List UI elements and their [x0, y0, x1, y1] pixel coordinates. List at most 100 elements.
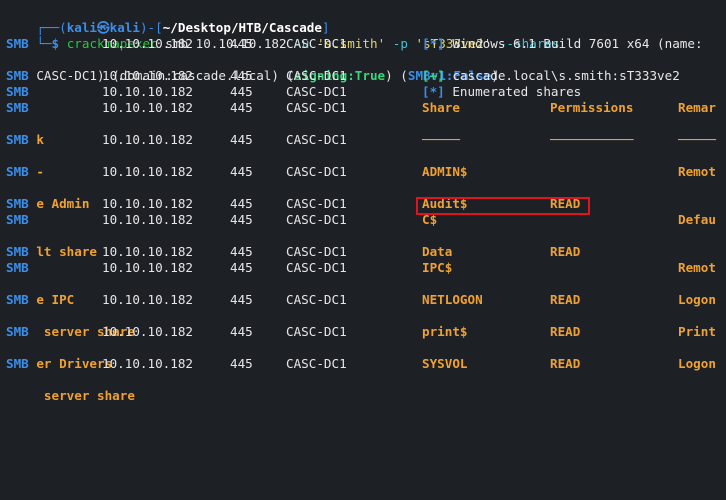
share-name: ADMIN$	[422, 164, 468, 179]
hostname: CASC-DC1	[286, 292, 347, 307]
share-row: SMB 10.10.10.182 445 CASC-DC1 C$ Defau	[6, 212, 726, 228]
proto-label: SMB	[6, 324, 29, 339]
port: 445	[230, 68, 253, 83]
share-remark: Remot	[678, 164, 716, 179]
proto-label: SMB	[6, 164, 29, 179]
share-wrap-line: server share	[6, 372, 726, 403]
output-row: SMB 10.10.10.182 445 CASC-DC1 [*] Enumer…	[6, 84, 726, 100]
ip-address: 10.10.10.182	[102, 244, 193, 259]
hostname: CASC-DC1	[286, 68, 347, 83]
output-wrap-line: CASC-DC1) (domain:cascade.local) (signin…	[6, 52, 726, 83]
proto-label: SMB	[6, 84, 29, 99]
share-permission: READ	[550, 356, 581, 371]
share-name: SYSVOL	[422, 356, 468, 371]
proto-label: SMB	[6, 132, 29, 147]
ip-address: 10.10.10.182	[102, 324, 193, 339]
port: 445	[230, 356, 253, 371]
prompt-line: ┌──(kali㉿kali)-[~/Desktop/HTB/Cascade]	[6, 4, 726, 35]
port: 445	[230, 196, 253, 211]
share-wrap-line: e IPC	[6, 276, 726, 307]
share-row: SMB 10.10.10.182 445 CASC-DC1 Audit$ REA…	[6, 196, 726, 212]
share-name: IPC$	[422, 260, 453, 275]
share-wrap-line: er Drivers	[6, 340, 726, 371]
proto-label: SMB	[6, 68, 29, 83]
ip-address: 10.10.10.182	[102, 356, 193, 371]
proto-label: SMB	[6, 356, 29, 371]
command-line[interactable]: └─$ crackmapexec smb 10.10.10.182 -u 's.…	[6, 20, 726, 51]
proto-label: SMB	[6, 36, 29, 51]
header-remark: Remar	[678, 100, 716, 115]
ip-address: 10.10.10.182	[102, 100, 193, 115]
hostname: CASC-DC1	[286, 212, 347, 227]
port: 445	[230, 164, 253, 179]
share-row: SMB 10.10.10.182 445 CASC-DC1 IPC$ Remot	[6, 260, 726, 276]
share-permission: READ	[550, 292, 581, 307]
proto-label: SMB	[6, 292, 29, 307]
port: 445	[230, 212, 253, 227]
ip-address: 10.10.10.182	[102, 212, 193, 227]
share-wrap-line: e Admin	[6, 180, 726, 211]
output-row: SMB 10.10.10.182 445 CASC-DC1 [*] Window…	[6, 36, 726, 52]
share-wrap-line: server share	[6, 308, 726, 339]
divider-wrap-line: -	[6, 148, 726, 179]
share-remark: Remot	[678, 260, 716, 275]
port: 445	[230, 36, 253, 51]
ip-address: 10.10.10.182	[102, 196, 193, 211]
ip-address: 10.10.10.182	[102, 292, 193, 307]
hostname: CASC-DC1	[286, 356, 347, 371]
hostname: CASC-DC1	[286, 164, 347, 179]
share-permission: READ	[550, 324, 581, 339]
ip-address: 10.10.10.182	[102, 132, 193, 147]
share-row: SMB 10.10.10.182 445 CASC-DC1 NETLOGON R…	[6, 292, 726, 308]
port: 445	[230, 324, 253, 339]
hostname: CASC-DC1	[286, 244, 347, 259]
port: 445	[230, 244, 253, 259]
port: 445	[230, 100, 253, 115]
enum-text: Enumerated shares	[444, 84, 582, 99]
port: 445	[230, 84, 253, 99]
share-name: NETLOGON	[422, 292, 483, 307]
share-remark: Logon	[678, 292, 716, 307]
share-permission: READ	[550, 244, 581, 259]
header-share: Share	[422, 100, 460, 115]
info-tag: [*]	[422, 36, 445, 51]
auth-text: cascade.local\s.smith:sT333ve2	[444, 68, 680, 83]
hostname: CASC-DC1	[286, 84, 347, 99]
ip-address: 10.10.10.182	[102, 164, 193, 179]
port: 445	[230, 260, 253, 275]
proto-label: SMB	[6, 260, 29, 275]
proto-label: SMB	[6, 212, 29, 227]
hostname: CASC-DC1	[286, 100, 347, 115]
ip-address: 10.10.10.182	[102, 68, 193, 83]
ip-address: 10.10.10.182	[102, 36, 193, 51]
share-remark: Logon	[678, 356, 716, 371]
proto-label: SMB	[6, 100, 29, 115]
output-row: SMB 10.10.10.182 445 CASC-DC1 [+] cascad…	[6, 68, 726, 84]
divider-share: ─────	[422, 132, 460, 147]
divider-remark: ─────	[678, 132, 716, 147]
share-row: SMB 10.10.10.182 445 CASC-DC1 ADMIN$ Rem…	[6, 164, 726, 180]
hostname: CASC-DC1	[286, 260, 347, 275]
share-remark: Print	[678, 324, 716, 339]
terminal-window[interactable]: ┌──(kali㉿kali)-[~/Desktop/HTB/Cascade] └…	[0, 0, 726, 403]
divider-permissions: ───────────	[550, 132, 634, 147]
shares-header-row: SMB 10.10.10.182 445 CASC-DC1 Share Perm…	[6, 100, 726, 116]
proto-label: SMB	[6, 196, 29, 211]
hostname: CASC-DC1	[286, 36, 347, 51]
share-name: Data	[422, 244, 453, 259]
proto-label: SMB	[6, 244, 29, 259]
port: 445	[230, 292, 253, 307]
share-row: SMB 10.10.10.182 445 CASC-DC1 Data READ	[6, 244, 726, 260]
share-remark: Defau	[678, 212, 716, 227]
audit-highlight-box	[416, 197, 590, 215]
enum-tag: [*]	[422, 84, 445, 99]
share-wrap-line: lt share	[6, 228, 726, 259]
info-text: Windows 6.1 Build 7601 x64 (name:	[444, 36, 703, 51]
auth-tag: [+]	[422, 68, 445, 83]
share-row: SMB 10.10.10.182 445 CASC-DC1 SYSVOL REA…	[6, 356, 726, 372]
hostname: CASC-DC1	[286, 132, 347, 147]
header-wrap-line: k	[6, 116, 726, 147]
hostname: CASC-DC1	[286, 196, 347, 211]
ip-address: 10.10.10.182	[102, 260, 193, 275]
hostname: CASC-DC1	[286, 324, 347, 339]
